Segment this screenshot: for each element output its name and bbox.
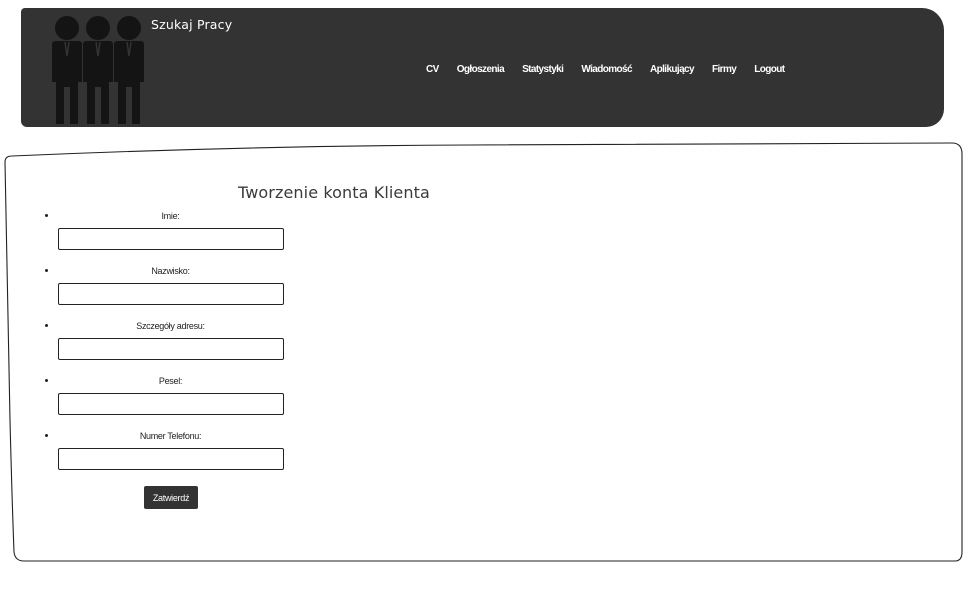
nav-item-logout[interactable]: Logout — [754, 64, 785, 75]
pesel-input[interactable] — [58, 393, 284, 415]
nav-item-wiadomosc[interactable]: Wiadomość — [581, 64, 632, 75]
nav-item-ogloszenia[interactable]: Ogłoszenia — [457, 64, 505, 75]
site-title: Szukaj Pracy — [151, 17, 233, 32]
adres-input[interactable] — [58, 338, 284, 360]
telefon-input[interactable] — [58, 448, 284, 470]
bullet — [45, 379, 48, 382]
bullet — [45, 269, 48, 272]
page: Szukaj Pracy CV Ogłoszenia Statystyki Wi… — [0, 0, 968, 595]
bullet — [45, 434, 48, 437]
label-telefon: Numer Telefonu: — [139, 431, 202, 441]
header-bar: Szukaj Pracy CV Ogłoszenia Statystyki Wi… — [21, 8, 944, 127]
bullet — [45, 324, 48, 327]
nav-item-cv[interactable]: CV — [426, 64, 439, 75]
people-group-icon — [52, 16, 144, 124]
form-title: Tworzenie konta Klienta — [238, 183, 430, 202]
nazwisko-input[interactable] — [58, 283, 284, 305]
main-nav: CV Ogłoszenia Statystyki Wiadomość Aplik… — [426, 61, 803, 77]
nav-item-aplikujacy[interactable]: Aplikujący — [650, 64, 695, 75]
imie-input[interactable] — [58, 228, 284, 250]
nav-item-statystyki[interactable]: Statystyki — [522, 64, 564, 75]
label-imie: Imie: — [161, 211, 180, 221]
label-pesel: Pesel: — [158, 376, 183, 386]
nav-item-firmy[interactable]: Firmy — [712, 64, 737, 75]
bullet — [45, 214, 48, 217]
label-adres: Szczegóły adresu: — [136, 321, 205, 331]
label-nazwisko: Nazwisko: — [151, 266, 190, 276]
submit-button[interactable]: Zatwierdź — [144, 486, 198, 509]
